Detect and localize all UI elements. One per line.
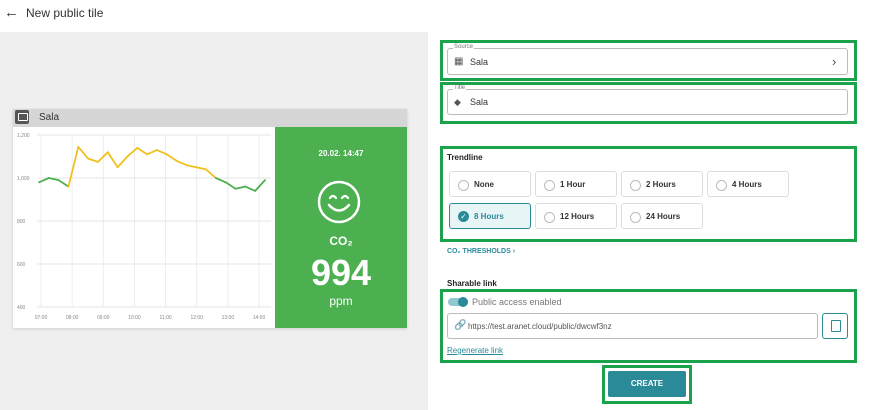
radio-icon [716, 180, 727, 191]
series-line-segment [136, 146, 148, 156]
trendline-option-4h[interactable]: 4 Hours [707, 171, 789, 197]
series-line-segment [87, 157, 99, 163]
toggle-knob [458, 297, 468, 307]
y-tick-label: 400 [17, 305, 26, 311]
share-url-field[interactable]: 🔗 https://test.aranet.cloud/public/dwcwf… [447, 313, 818, 339]
series-line-segment [254, 179, 266, 192]
series-line-segment [38, 177, 50, 184]
reading-panel: 20.02. 14:47 CO₂ 994 ppm [275, 127, 407, 328]
page-title: New public tile [26, 6, 104, 20]
co2-unit: ppm [329, 294, 353, 308]
public-access-toggle[interactable] [448, 297, 468, 307]
co2-value: 994 [310, 252, 372, 293]
trendline-option-8h[interactable]: ✓ 8 Hours [449, 203, 531, 229]
trendline-option-none[interactable]: None [449, 171, 531, 197]
public-access-label: Public access enabled [472, 297, 562, 307]
series-line-segment [244, 185, 257, 192]
share-url-value: https://test.aranet.cloud/public/dwcwf3n… [468, 322, 612, 331]
trendline-option-label: 8 Hours [474, 212, 504, 221]
chevron-right-icon[interactable]: › [832, 54, 836, 69]
series-line-segment [57, 179, 70, 188]
source-legend: Source [453, 44, 475, 50]
tile-preview: Sala 400 600 800 1,000 1,200 07:00 08:00 09:00 1… [13, 109, 407, 328]
series-line-segment [146, 149, 158, 156]
source-field[interactable]: Source ▦ Sala › [447, 44, 848, 75]
series-line-segment [106, 151, 119, 169]
table-icon: ▦ [454, 56, 464, 67]
tile-name: Sala [39, 112, 60, 123]
check-circle-icon: ✓ [458, 211, 469, 222]
y-tick-label: 600 [17, 262, 26, 268]
co2-label: CO₂ [329, 234, 353, 248]
header: ← New public tile [0, 0, 869, 30]
series-line-segment [175, 159, 188, 166]
series-line-segment [116, 155, 129, 169]
trendline-option-label: 12 Hours [560, 212, 595, 221]
link-icon: 🔗 [454, 320, 467, 331]
x-tick-label: 07:00 [35, 315, 48, 321]
trendline-label: Trendline [447, 153, 483, 162]
monitor-icon [15, 110, 29, 124]
x-tick-label: 13:00 [222, 315, 235, 321]
trendline-option-12h[interactable]: 12 Hours [535, 203, 617, 229]
title-field[interactable]: Title ◆ Sala [447, 85, 848, 115]
trendline-option-1h[interactable]: 1 Hour [535, 171, 617, 197]
title-value: Sala [470, 97, 489, 107]
smiley-icon [317, 180, 361, 224]
series-line-segment [205, 168, 217, 179]
copy-icon [831, 320, 841, 332]
trendline-option-label: 24 Hours [646, 212, 681, 221]
trendline-option-label: 4 Hours [732, 180, 762, 189]
y-tick-label: 1,000 [17, 176, 30, 182]
x-tick-label: 11:00 [159, 315, 171, 321]
x-tick-label: 09:00 [97, 315, 110, 321]
tile-header: Sala [13, 109, 407, 127]
co2-chart: 400 600 800 1,000 1,200 07:00 08:00 09:00 10:00 1… [17, 133, 271, 321]
series-line-segment [234, 185, 247, 190]
series-line-segment [67, 145, 80, 188]
trendline-option-label: 1 Hour [560, 180, 586, 189]
co2-thresholds-link[interactable]: CO₂ THRESHOLDS › [447, 248, 515, 255]
label-icon: ◆ [454, 97, 461, 107]
create-button[interactable]: CREATE [608, 371, 686, 397]
regenerate-link[interactable]: Regenerate link [447, 346, 503, 355]
arrow-left-icon[interactable]: ← [4, 5, 20, 21]
trendline-option-label: 2 Hours [646, 180, 676, 189]
x-tick-label: 14:00 [253, 315, 266, 321]
series-line-segment [224, 181, 237, 190]
copy-button[interactable] [822, 313, 848, 339]
x-tick-label: 10:00 [128, 315, 141, 321]
radio-icon [544, 212, 555, 223]
title-legend: Title [453, 85, 467, 91]
x-tick-label: 08:00 [66, 315, 79, 321]
reading-time: 20.02. 14:47 [318, 149, 364, 158]
source-value: Sala [470, 57, 489, 67]
sharable-link-label: Sharable link [447, 279, 497, 288]
series-line-segment [185, 164, 198, 169]
series-line-segment [77, 145, 90, 160]
y-tick-label: 1,200 [17, 133, 30, 139]
trendline-option-2h[interactable]: 2 Hours [621, 171, 703, 197]
y-tick-label: 800 [17, 219, 26, 225]
series-line-segment [165, 153, 178, 162]
series-line-segment [195, 166, 207, 171]
trendline-option-24h[interactable]: 24 Hours [621, 203, 703, 229]
series-line-segment [126, 146, 139, 158]
series-line-segment [214, 177, 227, 184]
radio-icon [630, 212, 641, 223]
radio-icon [630, 180, 641, 191]
x-tick-label: 12:00 [190, 315, 203, 321]
trendline-option-label: None [474, 180, 494, 189]
radio-icon [544, 180, 555, 191]
radio-icon [458, 180, 469, 191]
